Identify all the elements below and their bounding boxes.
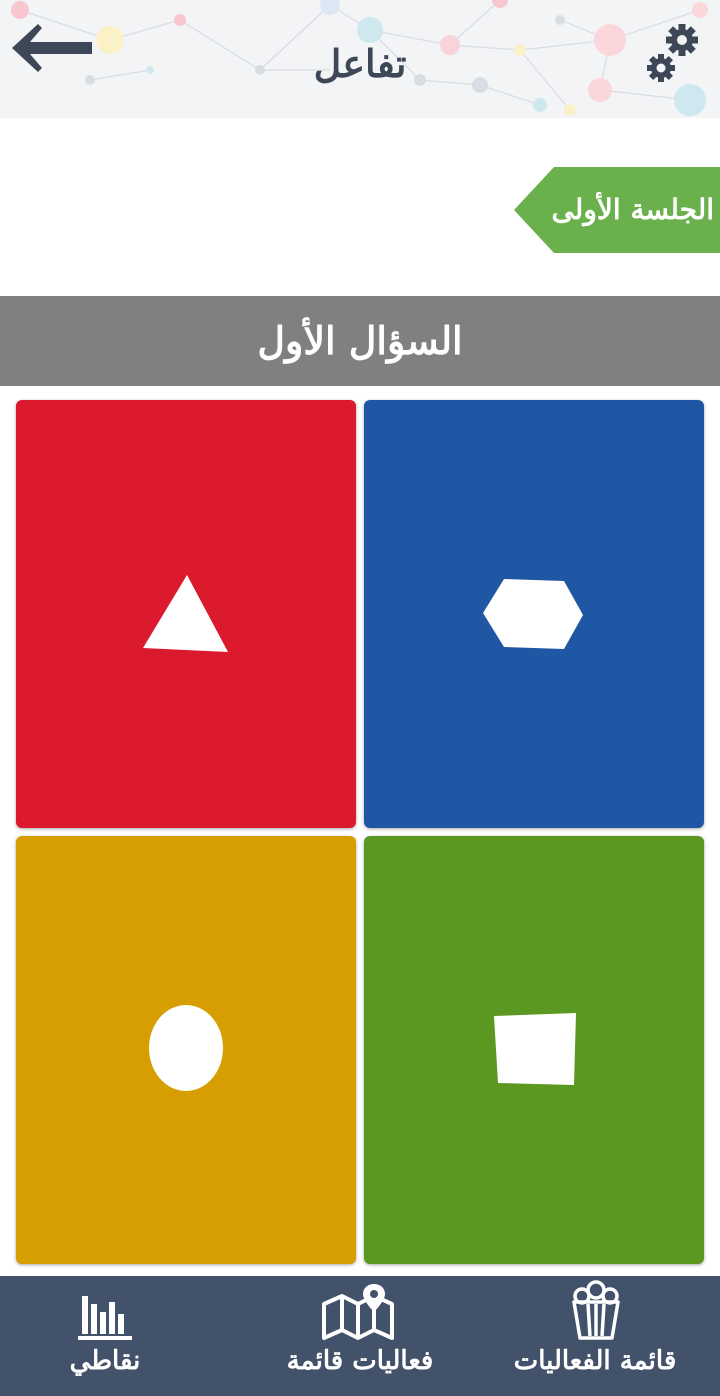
nav-label-current-events: فعاليات قائمة (286, 1346, 434, 1376)
square-icon (494, 1013, 576, 1085)
session-label: الجلسة الأولى (551, 193, 714, 226)
gears-icon (647, 24, 698, 82)
back-button[interactable] (8, 18, 98, 78)
answer-triangle-button[interactable] (16, 400, 356, 828)
answer-square-button[interactable] (364, 836, 704, 1264)
answer-circle-button[interactable] (16, 836, 356, 1264)
map-pin-icon (322, 1284, 394, 1340)
header: تفاعل (0, 0, 720, 118)
question-bar: السؤال الأول (0, 296, 720, 386)
circle-icon (149, 1005, 223, 1091)
nav-item-current-events[interactable]: فعاليات قائمة (270, 1276, 450, 1396)
nav-label-events-list: قائمة الفعاليات (513, 1346, 677, 1376)
arrow-left-icon (12, 24, 92, 72)
bar-chart-icon (78, 1296, 132, 1340)
settings-button[interactable] (644, 20, 706, 86)
bottom-nav: نقاطي فعاليات قائمة قائمة الفعاليات (0, 1276, 720, 1396)
hexagon-icon (483, 579, 583, 649)
question-title: السؤال الأول (257, 318, 463, 363)
page-title: تفاعل (313, 41, 407, 86)
popcorn-icon (572, 1280, 620, 1340)
nav-label-my-points: نقاطي (69, 1346, 141, 1376)
answer-hexagon-button[interactable] (364, 400, 704, 828)
session-tag: الجلسة الأولى (514, 167, 720, 253)
triangle-icon (143, 575, 228, 652)
nav-item-events-list[interactable]: قائمة الفعاليات (490, 1276, 700, 1396)
nav-item-my-points[interactable]: نقاطي (30, 1276, 180, 1396)
